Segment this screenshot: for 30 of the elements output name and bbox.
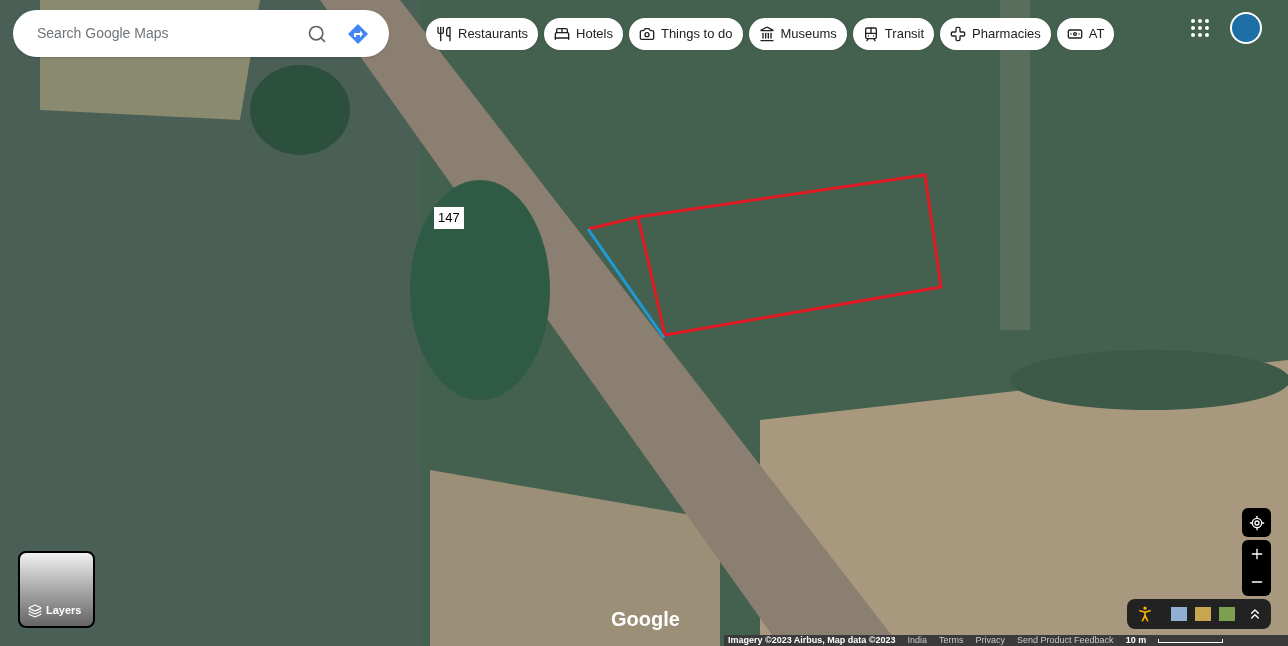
category-chip[interactable]: Restaurants (426, 17, 539, 50)
category-chip[interactable]: Things to do (628, 17, 743, 50)
category-chip[interactable]: Pharmacies (940, 17, 1051, 50)
cross-icon (950, 25, 967, 42)
footer-link[interactable]: Send Product Feedback (1017, 635, 1114, 646)
search-field[interactable]: Search Google Maps (37, 23, 295, 44)
layers-button[interactable]: Layers (18, 551, 95, 628)
directions-icon[interactable] (347, 22, 369, 45)
scale-label: 10 m (1125, 635, 1147, 646)
my-location-button[interactable] (1242, 508, 1271, 537)
footer-link[interactable]: India (907, 635, 928, 646)
search-icon[interactable] (307, 23, 327, 44)
utensils-icon (436, 25, 452, 42)
museum-icon (758, 25, 775, 42)
location-icon (1248, 514, 1265, 531)
camera-icon (638, 25, 655, 42)
search-bar[interactable]: Search Google Maps (13, 10, 389, 57)
footer-link[interactable]: Privacy (975, 635, 1006, 646)
foliage-thumbnail[interactable] (1219, 607, 1235, 621)
train-icon (862, 25, 879, 42)
google-logo: Google (611, 607, 680, 632)
bed-icon (554, 25, 571, 42)
apps-grid-icon[interactable] (1188, 16, 1212, 40)
layers-icon (28, 604, 42, 618)
field-thumbnail[interactable] (1195, 607, 1211, 621)
footer-link[interactable]: Terms (939, 635, 964, 646)
scale-bar (1158, 638, 1224, 643)
sky-thumbnail[interactable] (1171, 607, 1187, 621)
attribution-text: Imagery ©2023 Airbus, Map data ©2023 (728, 635, 896, 646)
route-marker: 147 (434, 207, 464, 229)
